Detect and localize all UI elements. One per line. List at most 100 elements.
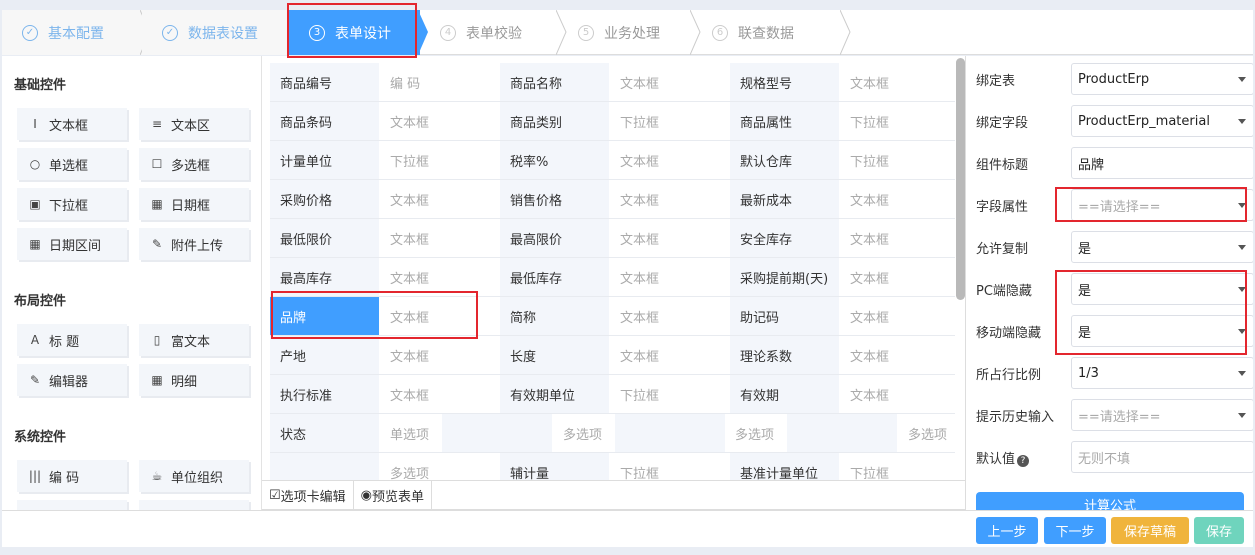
step-5[interactable]: 5 业务处理	[558, 10, 692, 55]
calc-formula-button[interactable]: 计算公式	[976, 492, 1244, 510]
step-6[interactable]: 6 联查数据	[692, 10, 842, 55]
palette-item[interactable]: ▦ 日期区间	[17, 228, 127, 260]
save-draft-button[interactable]: 保存草稿	[1111, 517, 1189, 544]
save-button[interactable]: 保存	[1194, 517, 1244, 544]
field-label[interactable]: 有效期	[730, 375, 839, 413]
field-control[interactable]: 文本框	[840, 258, 954, 296]
field-label[interactable]: 销售价格	[500, 180, 609, 218]
scrollbar[interactable]	[956, 58, 965, 300]
palette-item[interactable]: ✎ 附件上传	[139, 228, 249, 260]
property-select[interactable]: 是	[1071, 273, 1253, 305]
field-label[interactable]: 最高限价	[500, 219, 609, 257]
field-label[interactable]: 商品属性	[730, 102, 839, 140]
palette-item[interactable]: ▦ 明细	[139, 364, 249, 396]
field-control[interactable]: 下拉框	[610, 453, 729, 480]
property-select[interactable]: 是	[1071, 231, 1253, 263]
field-label[interactable]	[270, 453, 379, 480]
field-control[interactable]: 文本框	[610, 63, 729, 101]
palette-item[interactable]: ☐ 多选框	[139, 148, 249, 180]
field-control[interactable]: 下拉框	[840, 453, 954, 480]
field-control[interactable]: 单选项	[380, 414, 441, 452]
field-label[interactable]: 最低限价	[270, 219, 379, 257]
property-select[interactable]: 1/3	[1071, 357, 1253, 389]
field-control[interactable]: 下拉框	[380, 141, 499, 179]
field-control[interactable]: 文本框	[380, 219, 499, 257]
field-control[interactable]: 多选项	[898, 414, 955, 452]
field-label[interactable]: 安全库存	[730, 219, 839, 257]
property-select[interactable]: ==请选择==	[1071, 189, 1253, 221]
field-control[interactable]: 文本框	[840, 297, 954, 335]
field-label[interactable]: 理论系数	[730, 336, 839, 374]
field-control[interactable]: 文本框	[840, 336, 954, 374]
palette-item[interactable]: I 文本框	[17, 108, 127, 140]
property-input[interactable]: 品牌	[1071, 147, 1253, 179]
palette-item[interactable]: ✎ 编辑器	[17, 364, 127, 396]
field-label[interactable]: 状态	[270, 414, 379, 452]
palette-item[interactable]: ≡ 文本区	[139, 108, 249, 140]
field-label[interactable]: 执行标准	[270, 375, 379, 413]
field-label[interactable]: 长度	[500, 336, 609, 374]
field-label[interactable]: 有效期单位	[500, 375, 609, 413]
field-label[interactable]: 最新成本	[730, 180, 839, 218]
field-control[interactable]: 下拉框	[840, 102, 954, 140]
property-select[interactable]: 是	[1071, 315, 1253, 347]
field-control[interactable]: 下拉框	[610, 375, 729, 413]
field-label[interactable]: 商品名称	[500, 63, 609, 101]
field-label[interactable]: 税率%	[500, 141, 609, 179]
palette-item[interactable]: ▯ 富文本	[139, 324, 249, 356]
field-label[interactable]: 产地	[270, 336, 379, 374]
field-label[interactable]: 基准计量单位	[730, 453, 839, 480]
property-select[interactable]: ==请选择==	[1071, 399, 1253, 431]
field-control[interactable]: 下拉框	[610, 102, 729, 140]
field-control[interactable]: 文本框	[380, 102, 499, 140]
palette-item[interactable]: ▦ 日期框	[139, 188, 249, 220]
help-icon[interactable]: ?	[1017, 454, 1030, 467]
field-control[interactable]: 编 码	[380, 63, 499, 101]
palette-item[interactable]: ▰当前信息	[17, 500, 127, 510]
field-label[interactable]: 采购价格	[270, 180, 379, 218]
field-control[interactable]: 文本框	[610, 141, 729, 179]
field-control[interactable]: 文本框	[840, 375, 954, 413]
field-control[interactable]: 文本框	[610, 219, 729, 257]
field-label[interactable]: 规格型号	[730, 63, 839, 101]
field-control[interactable]: 多选项	[725, 414, 786, 452]
step-4[interactable]: 4 表单校验	[420, 10, 558, 55]
field-label[interactable]: 采购提前期(天)	[730, 258, 839, 296]
next-button[interactable]: 下一步	[1044, 517, 1106, 544]
step-3[interactable]: 3 表单设计	[289, 10, 420, 55]
field-label[interactable]: 最低库存	[500, 258, 609, 296]
palette-item[interactable]: ○ 单选框	[17, 148, 127, 180]
property-select[interactable]: ProductErp_material	[1071, 105, 1253, 137]
field-control[interactable]: 文本框	[610, 297, 729, 335]
field-label[interactable]: 辅计量	[500, 453, 609, 480]
field-control[interactable]: 文本框	[380, 258, 499, 296]
field-control[interactable]: 文本框	[380, 180, 499, 218]
field-control[interactable]: 文本框	[380, 375, 499, 413]
palette-item[interactable]: A标 题	[17, 324, 127, 356]
field-control[interactable]: 文本框	[610, 336, 729, 374]
field-control[interactable]: 下拉框	[840, 141, 954, 179]
field-label[interactable]: 简称	[500, 297, 609, 335]
field-control[interactable]: 文本框	[840, 63, 954, 101]
palette-item[interactable]: ▣ 下拉框	[17, 188, 127, 220]
field-label[interactable]: 商品编号	[270, 63, 379, 101]
field-label[interactable]: 商品类别	[500, 102, 609, 140]
palette-item[interactable]: ||| 编 码	[17, 460, 127, 492]
palette-item[interactable]: iGUID	[139, 500, 249, 510]
tab-edit[interactable]: ☑ 选项卡编辑	[262, 481, 354, 509]
field-control[interactable]: 文本框	[840, 180, 954, 218]
field-control[interactable]: 文本框	[380, 336, 499, 374]
prev-button[interactable]: 上一步	[976, 517, 1038, 544]
field-control[interactable]: 文本框	[610, 180, 729, 218]
palette-item[interactable]: ☕ 单位组织	[139, 460, 249, 492]
field-control[interactable]: 文本框	[840, 219, 954, 257]
field-label[interactable]: 品牌	[270, 297, 379, 335]
step-1[interactable]: ✓ 基本配置	[2, 10, 142, 55]
property-select[interactable]: ProductErp	[1071, 63, 1253, 95]
property-input[interactable]: 无则不填	[1071, 441, 1253, 473]
field-label[interactable]: 最高库存	[270, 258, 379, 296]
field-label[interactable]: 助记码	[730, 297, 839, 335]
field-control[interactable]: 文本框	[380, 297, 499, 335]
field-label[interactable]: 默认仓库	[730, 141, 839, 179]
field-control[interactable]: 多选项	[553, 414, 614, 452]
